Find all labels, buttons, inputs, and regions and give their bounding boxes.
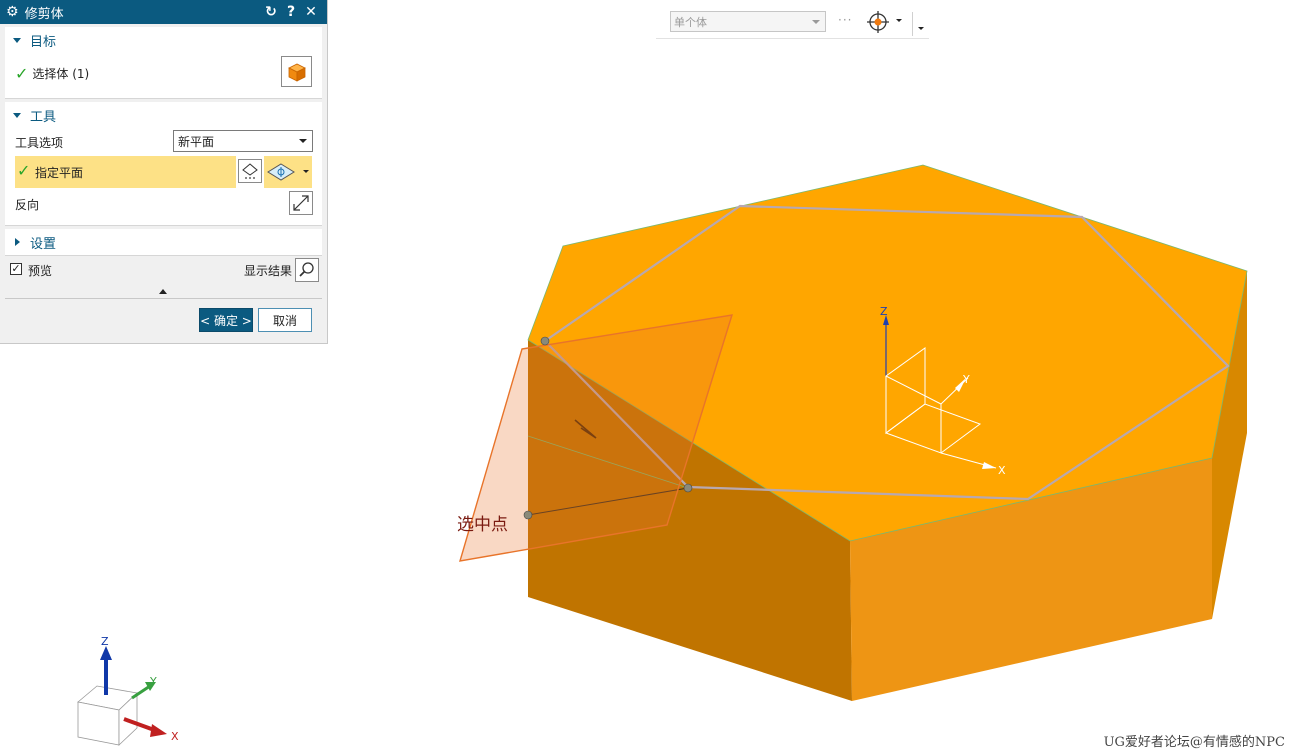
triad-z-label: Z xyxy=(101,635,109,648)
point-marker[interactable] xyxy=(523,510,533,520)
point-marker[interactable] xyxy=(683,483,693,493)
graphics-viewport[interactable]: Z Y X Z Y X xyxy=(0,0,1289,752)
watermark: UG爱好者论坛@有情感的NPC xyxy=(1103,735,1285,750)
wcs-x-label: X xyxy=(998,464,1006,477)
wcs-y-label: Y xyxy=(962,373,970,386)
view-triad[interactable]: Z Y X xyxy=(77,635,179,746)
point-marker[interactable] xyxy=(540,336,550,346)
triad-y-label: Y xyxy=(149,675,157,688)
triad-x-label: X xyxy=(171,730,179,743)
wcs-z-label: Z xyxy=(880,305,888,318)
selected-point-annotation: 选中点 xyxy=(457,515,508,535)
